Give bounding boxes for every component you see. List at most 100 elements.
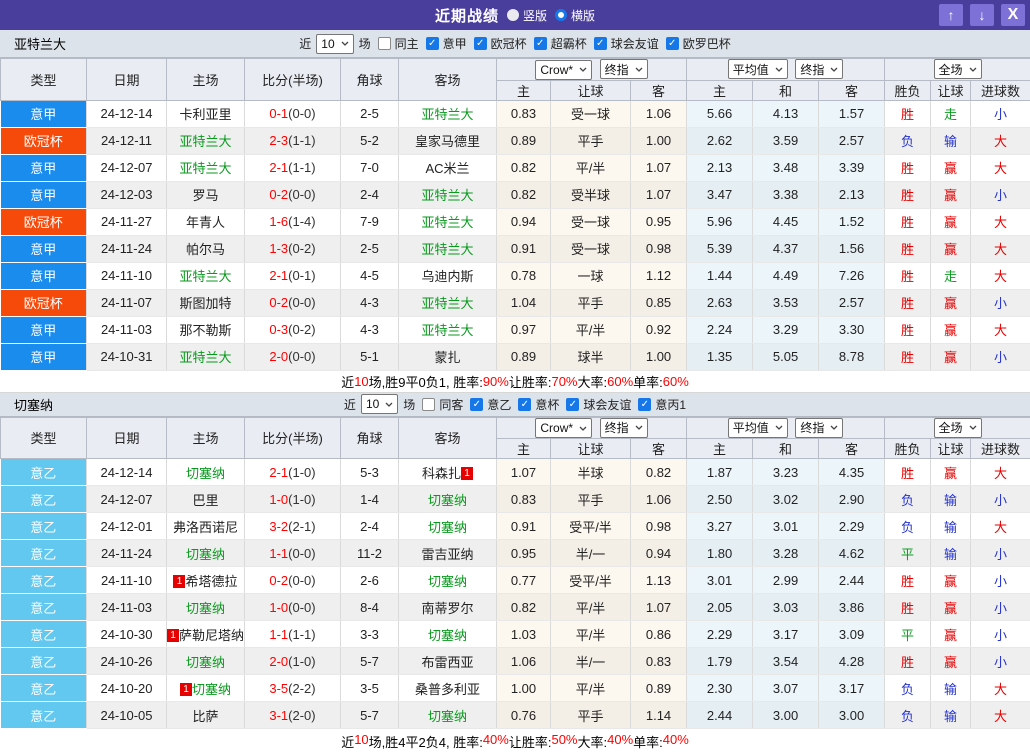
chevron-down-icon [775,425,783,430]
chevron-down-icon [635,425,643,430]
col-header-corner: 角球 [341,59,399,101]
avg-home-value: 2.24 [687,316,753,343]
col-header-score: 比分(半场) [245,417,341,459]
league-checkbox[interactable]: ✓ [474,37,487,50]
move-down-button[interactable]: ↓ [970,4,994,26]
summary-text: 近 [341,372,354,391]
filter-bar: 近10场同主✓意甲✓欧冠杯✓超霸杯✓球会友谊✓欧罗巴杯 [299,34,730,54]
card-badge: 1 [167,629,179,642]
league-badge: 意乙 [1,486,87,513]
card-badge: 1 [173,575,185,588]
summary-text: 40% [607,732,633,747]
col-header-odds-home: 主 [497,80,551,100]
corner-score: 11-2 [341,540,399,567]
chevron-down-icon [635,67,643,72]
avg-mode-select[interactable]: 终指 [795,59,843,79]
league-badge: 意乙 [1,594,87,621]
titlebar: 近期战绩 竖版 横版 ↑ ↓ X [0,0,1030,30]
handicap-line: 受平/半 [551,567,631,594]
avg-away-value: 1.56 [819,235,885,262]
result-goals: 大 [971,316,1030,343]
avg-draw-value: 3.07 [753,675,819,702]
match-row: 意乙 24-11-10 1希塔德拉 0-2(0-0) 2-6 切塞纳 0.77 … [1,567,1030,594]
league-checkbox[interactable]: ✓ [638,398,651,411]
match-date: 24-10-05 [87,702,167,729]
league-checkbox[interactable]: ✓ [566,398,579,411]
odds-mode-select[interactable]: 终指 [600,418,648,438]
scope-select[interactable]: 全场 [934,418,982,438]
same-venue-checkbox[interactable] [378,37,391,50]
result-winloss: 胜 [885,181,931,208]
odds-away-value: 0.89 [631,675,687,702]
corner-score: 7-0 [341,154,399,181]
league-checkbox[interactable]: ✓ [426,37,439,50]
odds-home-value: 0.95 [497,540,551,567]
result-goals: 大 [971,208,1030,235]
col-header-home: 主场 [167,59,245,101]
summary-text: 单率: [633,732,663,751]
handicap-line: 平/半 [551,594,631,621]
avg-home-value: 2.30 [687,675,753,702]
odds-mode-select[interactable]: 终指 [600,59,648,79]
result-winloss: 平 [885,621,931,648]
league-checkbox-label: 欧冠杯 [491,35,527,52]
layout-radio-vertical[interactable]: 竖版 [507,7,547,24]
radio-icon[interactable] [507,9,519,21]
avg-away-value: 4.28 [819,648,885,675]
radio-icon[interactable] [555,9,567,21]
league-badge: 欧冠杯 [1,208,87,235]
handicap-line: 平/半 [551,154,631,181]
match-score: 0-3(0-2) [245,316,341,343]
avg-draw-value: 4.45 [753,208,819,235]
layout-radio-horizontal[interactable]: 横版 [555,7,595,24]
odds-away-value: 1.12 [631,262,687,289]
away-team: 切塞纳 [399,513,497,540]
home-team: 比萨 [167,702,245,729]
move-up-button[interactable]: ↑ [939,4,963,26]
summary-text: 让胜率: [509,732,552,751]
match-row: 意乙 24-10-30 1萨勒尼塔纳 1-1(1-1) 3-3 切塞纳 1.03… [1,621,1030,648]
match-date: 24-12-07 [87,486,167,513]
handicap-line: 平/半 [551,621,631,648]
league-checkbox-label: 意杯 [535,396,559,413]
match-count-select[interactable]: 10 [316,34,353,54]
avg-draw-value: 3.38 [753,181,819,208]
avg-away-value: 2.29 [819,513,885,540]
close-button[interactable]: X [1001,4,1025,26]
result-winloss: 胜 [885,262,931,289]
match-date: 24-11-10 [87,567,167,594]
summary-text: 60% [663,374,689,389]
col-header-res-handicap: 让球 [931,439,971,459]
handicap-line: 平/半 [551,316,631,343]
avg-source-select[interactable]: 平均值 [728,418,788,438]
match-score: 0-1(0-0) [245,100,341,127]
avg-source-select[interactable]: 平均值 [728,59,788,79]
corner-score: 2-5 [341,100,399,127]
league-checkbox[interactable]: ✓ [666,37,679,50]
result-handicap: 赢 [931,181,971,208]
result-winloss: 胜 [885,567,931,594]
league-checkbox-label: 意丙1 [655,396,686,413]
avg-mode-select[interactable]: 终指 [795,418,843,438]
league-checkbox[interactable]: ✓ [594,37,607,50]
scope-select[interactable]: 全场 [934,59,982,79]
avg-draw-value: 3.00 [753,702,819,729]
match-score: 1-6(1-4) [245,208,341,235]
home-team: 1切塞纳 [167,675,245,702]
away-team: 切塞纳 [399,702,497,729]
odds-company-select[interactable]: Crow* [535,418,592,438]
league-checkbox[interactable]: ✓ [470,398,483,411]
league-checkbox[interactable]: ✓ [518,398,531,411]
odds-home-value: 0.77 [497,567,551,594]
col-header-odds-away: 客 [631,80,687,100]
chevron-down-icon [830,425,838,430]
away-team: 亚特兰大 [399,316,497,343]
result-goals: 小 [971,343,1030,370]
close-icon: X [1008,6,1019,24]
avg-draw-value: 3.23 [753,459,819,486]
odds-company-select[interactable]: Crow* [535,60,592,80]
match-count-select[interactable]: 10 [361,394,398,414]
league-checkbox[interactable]: ✓ [534,37,547,50]
same-venue-checkbox[interactable] [422,398,435,411]
odds-home-value: 0.91 [497,235,551,262]
